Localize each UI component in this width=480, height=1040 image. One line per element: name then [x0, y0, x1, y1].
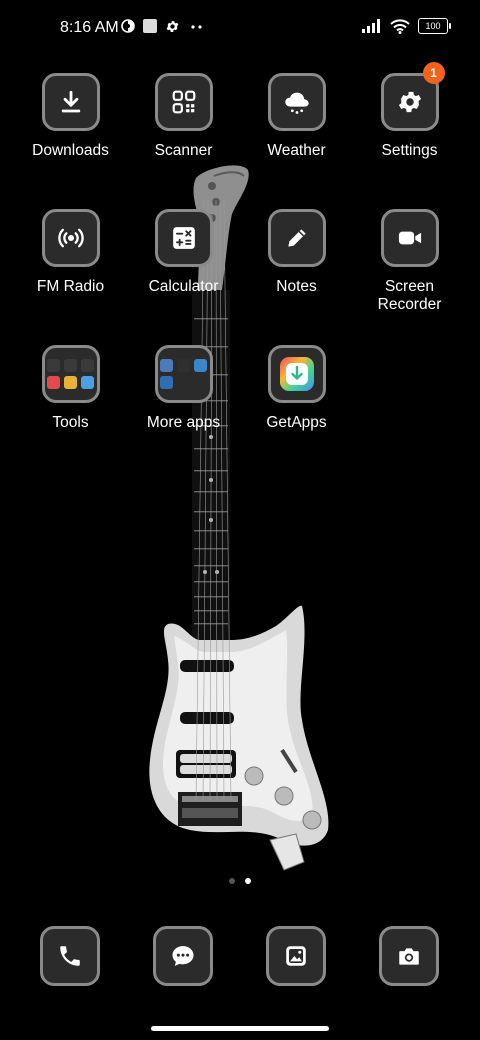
folder-preview	[47, 359, 94, 389]
app-label: FM Radio	[36, 278, 105, 295]
notes-app-icon[interactable]	[267, 209, 326, 267]
battery-icon: 100	[418, 18, 451, 34]
notification-square-icon	[143, 19, 157, 33]
wifi-icon	[390, 18, 410, 34]
camera-icon	[399, 948, 419, 965]
app-scanner[interactable]: Scanner	[127, 73, 240, 160]
pencil-icon	[287, 229, 306, 247]
video-camera-icon	[398, 231, 421, 245]
message-icon	[172, 946, 194, 966]
mini-app-icon	[81, 376, 94, 389]
page-dot-1[interactable]	[229, 878, 235, 884]
weather-app-icon[interactable]	[267, 73, 326, 131]
messages-app-icon[interactable]	[153, 926, 213, 986]
app-label: Scanner	[154, 142, 213, 159]
getapps-app-icon[interactable]	[267, 345, 326, 403]
more-dots-icon	[191, 25, 202, 29]
home-gesture-bar[interactable]	[151, 1026, 329, 1031]
mini-app-icon	[177, 359, 190, 372]
calculator-app-icon[interactable]	[154, 209, 213, 267]
app-label: Settings	[381, 142, 438, 159]
app-screen-recorder[interactable]: Screen Recorder	[353, 209, 466, 314]
battery-level: 100	[425, 21, 441, 31]
page-indicator	[0, 878, 480, 884]
app-getapps[interactable]: GetApps	[240, 345, 353, 432]
fm-radio-app-icon[interactable]	[41, 209, 100, 267]
app-folder-more-apps[interactable]: More apps	[127, 345, 240, 432]
app-calculator[interactable]: Calculator	[127, 209, 240, 296]
notification-badge: 1	[422, 62, 445, 84]
app-fm-radio[interactable]: FM Radio	[14, 209, 127, 296]
app-label: Downloads	[32, 142, 109, 159]
app-notes[interactable]: Notes	[240, 209, 353, 296]
calculator-icon	[172, 227, 195, 249]
app-label: Weather	[267, 142, 326, 159]
empty-slot	[194, 376, 207, 389]
gallery-icon	[286, 946, 306, 966]
app-downloads[interactable]: Downloads	[14, 73, 127, 160]
gear-icon	[166, 21, 179, 32]
mini-app-icon	[160, 376, 173, 389]
phone-app-icon[interactable]	[40, 926, 100, 986]
empty-slot	[177, 376, 190, 389]
mini-app-icon	[194, 359, 207, 372]
dock-gallery[interactable]	[266, 926, 326, 986]
app-weather[interactable]: Weather	[240, 73, 353, 160]
app-label-line1: Screen	[384, 278, 435, 295]
mini-app-icon	[64, 359, 77, 372]
app-label: Notes	[276, 278, 317, 295]
downloads-app-icon[interactable]	[41, 73, 100, 131]
more-apps-folder-icon[interactable]	[154, 345, 213, 403]
page-dot-2-active[interactable]	[245, 878, 251, 884]
gear-icon	[398, 91, 421, 113]
app-label: More apps	[146, 414, 221, 431]
radio-icon	[57, 228, 84, 248]
camera-app-icon[interactable]	[379, 926, 439, 986]
screen-recorder-app-icon[interactable]	[380, 209, 439, 267]
app-settings[interactable]: 1 Settings	[353, 62, 466, 160]
qr-scan-icon	[172, 90, 195, 114]
folder-preview	[160, 359, 207, 389]
app-folder-tools[interactable]: Tools	[14, 345, 127, 432]
mini-app-icon	[64, 376, 77, 389]
data-saver-icon	[121, 19, 135, 33]
app-label: GetApps	[266, 414, 327, 431]
cloud-rain-icon	[284, 92, 309, 114]
download-icon	[61, 90, 80, 113]
status-bar: 8:16 AM 100	[0, 0, 480, 56]
phone-icon	[60, 946, 80, 966]
status-time: 8:16 AM	[60, 19, 119, 36]
dock-camera[interactable]	[379, 926, 439, 986]
mini-app-icon	[47, 376, 60, 389]
signal-icon	[362, 19, 380, 33]
gallery-app-icon[interactable]	[266, 926, 326, 986]
dock-phone[interactable]	[40, 926, 100, 986]
app-label-line2: Recorder	[377, 296, 442, 313]
app-label: Screen Recorder	[353, 278, 466, 314]
app-label: Tools	[52, 414, 89, 431]
settings-app-icon[interactable]: 1	[380, 62, 445, 131]
getapps-icon	[279, 357, 314, 391]
mini-app-icon	[47, 359, 60, 372]
mini-app-icon	[81, 359, 94, 372]
tools-folder-icon[interactable]	[41, 345, 100, 403]
app-label: Calculator	[148, 278, 219, 295]
scanner-app-icon[interactable]	[154, 73, 213, 131]
dock-messages[interactable]	[153, 926, 213, 986]
mini-app-icon	[160, 359, 173, 372]
